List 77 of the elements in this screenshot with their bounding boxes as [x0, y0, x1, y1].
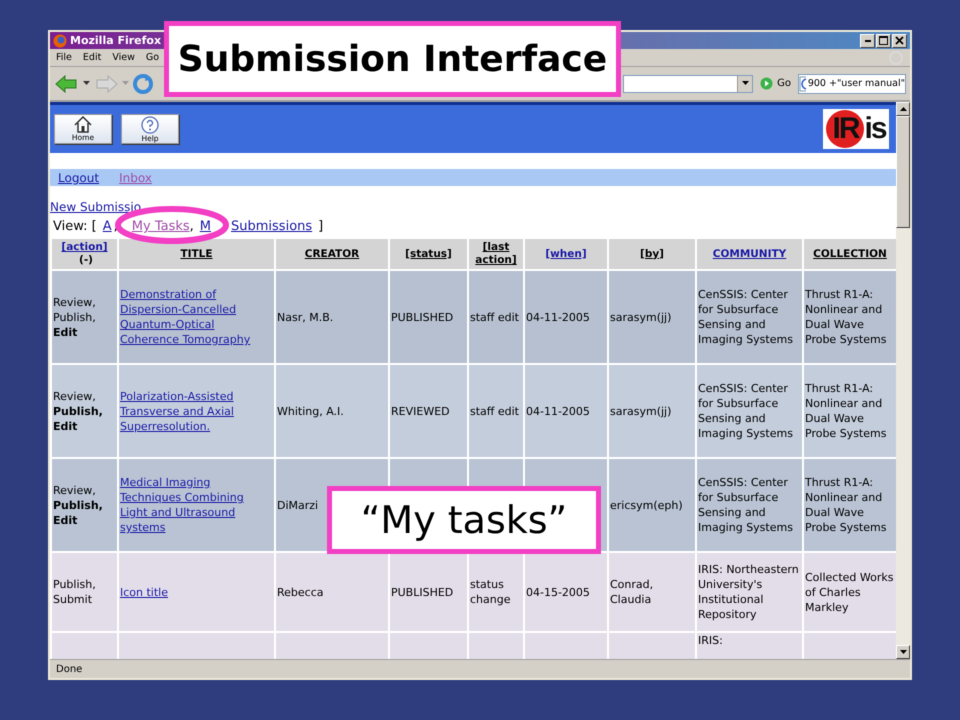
- table-cell: Nasr, M.B.: [277, 310, 334, 324]
- table-cell-text: status change: [470, 577, 512, 607]
- table-cell: PUBLISHED: [391, 310, 454, 324]
- table-cell: REVIEWED: [391, 404, 450, 418]
- maximize-button[interactable]: [876, 34, 891, 48]
- table-cell-text: Collected Works of Charles Markley: [805, 570, 894, 614]
- table-cell-text: Thrust R1-A: Nonlinear and Dual Wave Probe Systems: [805, 475, 888, 535]
- up-arrow-icon: [900, 107, 906, 111]
- go-icon: [760, 77, 774, 90]
- menu-item[interactable]: Edit: [82, 52, 102, 63]
- nav-link[interactable]: Logout: [58, 170, 100, 184]
- table-cell: staff edit: [470, 310, 519, 324]
- table-cell-text: Conrad, Claudia: [610, 577, 654, 607]
- bracket-text: ]: [318, 219, 324, 234]
- search-field[interactable]: 900 +"user manual": [798, 74, 906, 94]
- table-cell-text: CenSSIS: Center for Subsurface Sensing and Imaging Systems: [698, 381, 794, 441]
- table-cell: sarasym(jj): [610, 310, 672, 324]
- window-title: Mozilla Firefox: [70, 34, 162, 47]
- table-cell: Whiting, A.I.: [277, 404, 344, 418]
- site-logo: IR is: [823, 109, 889, 149]
- table-cell: sarasym(jj): [610, 404, 672, 418]
- action-cell: Publish, Submit: [53, 577, 96, 607]
- action-cell: Review, Publish, Edit: [53, 388, 103, 434]
- view-label: View: [: [53, 219, 97, 234]
- action-cell: Review, Publish, Edit: [53, 294, 96, 340]
- title-link[interactable]: Medical Imaging Techniques Combining Light and Ultrasound systems: [120, 475, 273, 535]
- table-cell: PUBLISHED: [391, 584, 454, 600]
- column-sort-link[interactable]: [by]: [640, 248, 664, 260]
- address-field[interactable]: [623, 74, 754, 92]
- status-text: Done: [56, 664, 82, 674]
- title-link[interactable]: Icon title: [120, 584, 168, 600]
- filter-link[interactable]: Submissions: [231, 219, 312, 234]
- table-cell: DiMarzi: [277, 498, 318, 512]
- column-sort-link[interactable]: [action]: [61, 241, 108, 254]
- help-icon: [141, 116, 159, 134]
- maximize-icon: [879, 36, 888, 45]
- down-arrow-icon: [900, 650, 906, 654]
- table-cell-text: IRIS: Northeastern University's Institutional Repository: [698, 562, 800, 622]
- filter-link[interactable]: A: [102, 219, 112, 234]
- column-sort-link[interactable]: TITLE: [180, 248, 213, 260]
- table-cell-text: Thrust R1-A: Nonlinear and Dual Wave Probe Systems: [805, 287, 888, 347]
- go-button[interactable]: Go: [756, 77, 795, 90]
- filter-link[interactable]: M: [200, 219, 212, 234]
- browser-logo-icon: [53, 34, 67, 48]
- table-cell-text: CenSSIS: Center for Subsurface Sensing and Imaging Systems: [698, 475, 794, 535]
- column-sort-link[interactable]: [last action]: [470, 241, 522, 267]
- scrollbar[interactable]: [896, 102, 910, 659]
- table-cell: staff edit: [470, 404, 519, 418]
- table-cell-text: CenSSIS: Center for Subsurface Sensing and Imaging Systems: [698, 287, 794, 347]
- dropdown-caret-icon: [742, 81, 749, 86]
- table-cell: 04-11-2005: [526, 404, 590, 418]
- menu-item[interactable]: Go: [146, 52, 160, 63]
- menu-item[interactable]: View: [112, 52, 135, 63]
- table-cell: 04-15-2005: [526, 584, 590, 600]
- table-cell-text: Thrust R1-A: Nonlinear and Dual Wave Probe Systems: [805, 381, 888, 441]
- minimize-button[interactable]: [860, 34, 875, 48]
- minimize-icon: [864, 40, 870, 42]
- callout-label: Submission Interface: [164, 21, 621, 97]
- table-cell: Rebecca: [277, 584, 324, 600]
- action-cell: Review, Publish, Edit: [53, 482, 103, 528]
- scrollbar-thumb[interactable]: [896, 116, 910, 228]
- table-cell: 04-11-2005: [526, 310, 590, 324]
- collapse-toggle[interactable]: (-): [79, 254, 93, 266]
- comma-text: ,: [190, 219, 194, 234]
- new-submission-link[interactable]: New Submissio: [50, 200, 142, 214]
- title-link[interactable]: Polarization-Assisted Transverse and Axial Superresolution.: [120, 388, 273, 434]
- close-icon: [895, 36, 904, 45]
- title-link[interactable]: Demonstration of Dispersion-Cancelled Quantum-Optical Coherence Tomography: [120, 287, 273, 347]
- house-icon: [74, 116, 92, 133]
- table-cell: ericsym(eph): [610, 498, 683, 512]
- caret-icon[interactable]: [83, 81, 90, 86]
- callout-label: “My tasks”: [327, 486, 601, 554]
- menu-item[interactable]: File: [56, 52, 72, 63]
- close-button[interactable]: [892, 34, 907, 48]
- filter-link[interactable]: My Tasks: [132, 219, 190, 234]
- reload-icon: [132, 72, 154, 94]
- table-cell: IRIS:: [698, 633, 723, 648]
